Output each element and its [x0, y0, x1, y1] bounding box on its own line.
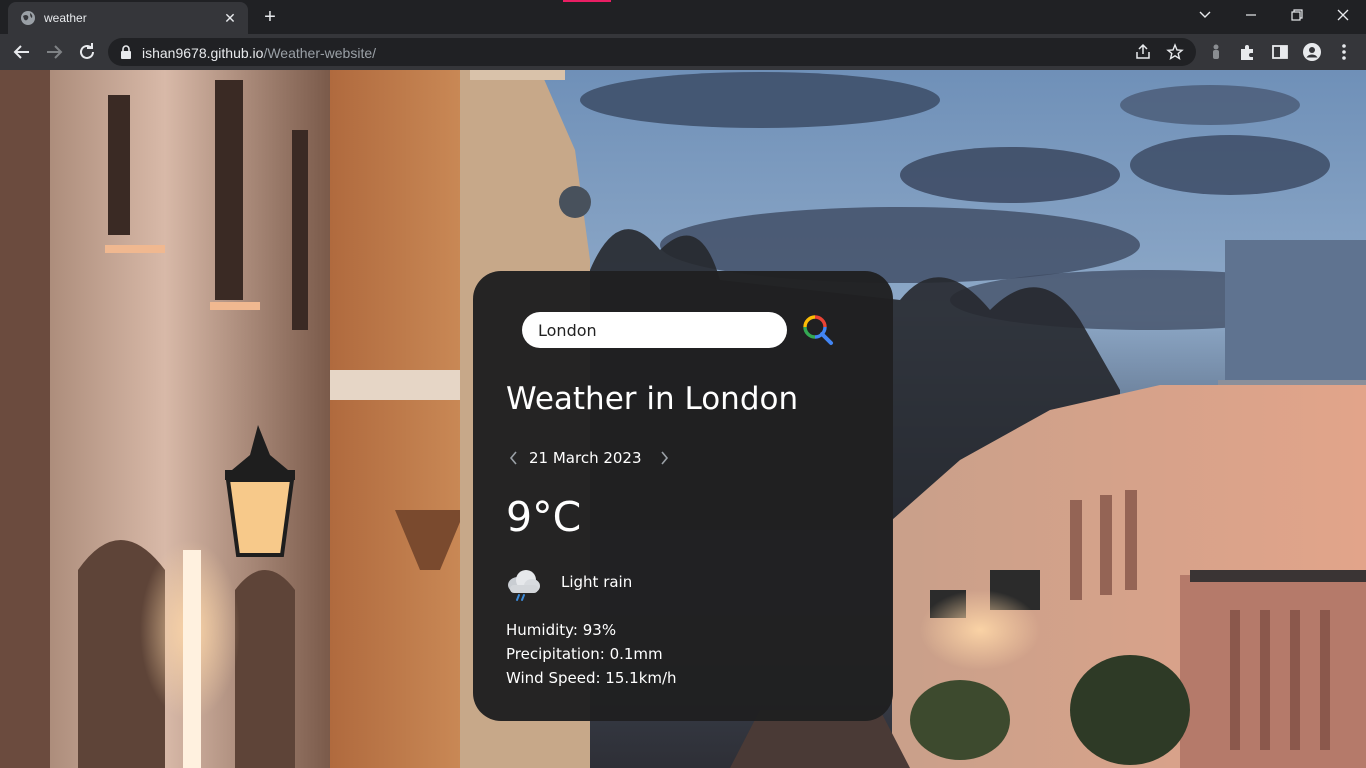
lock-icon	[121, 45, 131, 59]
extension-button[interactable]	[1206, 42, 1226, 62]
side-panel-icon	[1272, 45, 1288, 59]
restore-icon	[1291, 9, 1303, 21]
light-rain-cloud-icon	[508, 570, 540, 601]
search-button[interactable]	[801, 313, 835, 347]
humidity-text: Humidity: 93%	[506, 621, 617, 639]
search-icon	[803, 315, 833, 345]
weather-title: Weather in London	[506, 381, 799, 417]
precipitation-text: Precipitation: 0.1mm	[506, 645, 663, 663]
forward-button[interactable]	[42, 40, 66, 64]
tab-search-button[interactable]	[1182, 0, 1228, 30]
share-icon[interactable]	[1134, 43, 1152, 61]
side-panel-button[interactable]	[1270, 42, 1290, 62]
puzzle-icon	[1241, 45, 1253, 60]
new-tab-button[interactable]: +	[258, 6, 282, 28]
arrow-left-icon	[13, 45, 29, 59]
next-date-button[interactable]	[656, 448, 672, 468]
date-navigator: 21 March 2023	[506, 447, 706, 469]
date-text: 21 March 2023	[529, 449, 642, 467]
url-text: ishan9678.github.io/Weather-website/	[142, 45, 376, 61]
accent-line	[563, 0, 611, 2]
page-viewport: Weather in London 21 March 2023 9°C Ligh…	[0, 70, 1366, 768]
weather-details: Humidity: 93% Precipitation: 0.1mm Wind …	[506, 618, 677, 690]
restore-button[interactable]	[1274, 0, 1320, 30]
wind-speed-text: Wind Speed: 15.1km/h	[506, 669, 677, 687]
close-tab-icon[interactable]: ✕	[222, 10, 238, 26]
back-button[interactable]	[10, 40, 34, 64]
previous-date-button[interactable]	[506, 448, 522, 468]
reload-icon	[80, 43, 94, 59]
minimize-button[interactable]	[1228, 0, 1274, 30]
browser-tab[interactable]: weather ✕	[8, 2, 248, 34]
chevron-left-icon	[509, 451, 517, 465]
close-icon	[1337, 9, 1349, 21]
reload-button[interactable]	[75, 40, 99, 64]
extensions-button[interactable]	[1238, 42, 1258, 62]
temperature: 9°C	[506, 493, 582, 541]
browser-tab-strip: weather ✕ +	[0, 0, 1366, 34]
browser-toolbar: ishan9678.github.io/Weather-website/	[0, 34, 1366, 70]
weather-card: Weather in London 21 March 2023 9°C Ligh…	[473, 271, 893, 721]
bookmark-star-icon[interactable]	[1166, 43, 1184, 61]
more-vertical-icon	[1342, 44, 1346, 60]
url-host: ishan9678.github.io	[142, 45, 264, 61]
globe-icon	[21, 11, 35, 25]
extension-figure-icon	[1213, 44, 1219, 59]
arrow-right-icon	[47, 45, 63, 59]
tab-title: weather	[44, 11, 87, 25]
chevron-right-icon	[661, 451, 669, 465]
condition-text: Light rain	[561, 573, 633, 591]
minimize-icon	[1246, 14, 1256, 16]
profile-button[interactable]	[1302, 42, 1322, 62]
chevron-down-icon	[1199, 11, 1211, 18]
city-search-input[interactable]	[522, 312, 787, 348]
close-window-button[interactable]	[1320, 0, 1366, 30]
url-path: /Weather-website/	[263, 45, 377, 61]
address-bar[interactable]: ishan9678.github.io/Weather-website/	[108, 38, 1196, 66]
menu-button[interactable]	[1334, 42, 1354, 62]
profile-avatar-icon	[1303, 43, 1321, 61]
